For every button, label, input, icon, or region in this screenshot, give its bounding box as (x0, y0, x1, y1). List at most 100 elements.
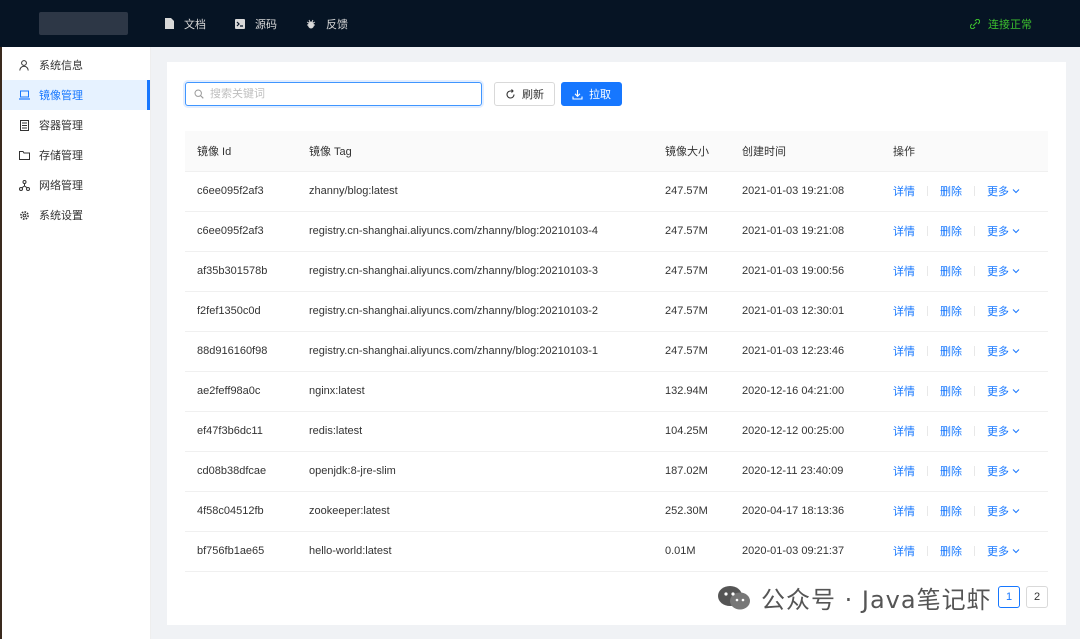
delete-link[interactable]: 删除 (940, 263, 962, 279)
more-dropdown[interactable]: 更多 (987, 303, 1020, 319)
image-tag: registry.cn-shanghai.aliyuncs.com/zhanny… (297, 291, 653, 332)
image-id: ef47f3b6dc11 (185, 411, 297, 452)
row-actions: 详情 删除 更多 (881, 331, 1048, 372)
detail-link[interactable]: 详情 (893, 303, 915, 319)
chevron-down-icon (1012, 468, 1020, 474)
nav-source[interactable]: 源码 (235, 16, 277, 32)
sidebar-item-containers[interactable]: 容器管理 (2, 110, 150, 140)
image-tag: registry.cn-shanghai.aliyuncs.com/zhanny… (297, 211, 653, 252)
image-id: cd08b38dfcae (185, 451, 297, 492)
more-dropdown[interactable]: 更多 (987, 223, 1020, 239)
detail-link[interactable]: 详情 (893, 543, 915, 559)
row-actions: 详情 删除 更多 (881, 251, 1048, 292)
table-row: c6ee095f2af3 registry.cn-shanghai.aliyunc… (185, 211, 1048, 252)
more-label: 更多 (987, 506, 1009, 518)
more-label: 更多 (987, 546, 1009, 558)
image-tag: registry.cn-shanghai.aliyuncs.com/zhanny… (297, 251, 653, 292)
more-dropdown[interactable]: 更多 (987, 263, 1020, 279)
refresh-icon (505, 88, 516, 100)
nav-feedback[interactable]: 反馈 (306, 16, 348, 32)
watermark-text: 公众号 · Java笔记虾 (761, 586, 992, 614)
sidebar-item-settings[interactable]: 系统设置 (2, 200, 150, 230)
more-dropdown[interactable]: 更多 (987, 183, 1020, 199)
refresh-label: 刷新 (522, 89, 544, 101)
detail-link[interactable]: 详情 (893, 463, 915, 479)
image-tag: redis:latest (297, 411, 653, 452)
more-dropdown[interactable]: 更多 (987, 463, 1020, 479)
table-row: f2fef1350c0d registry.cn-shanghai.aliyunc… (185, 291, 1048, 332)
image-tag: openjdk:8-jre-slim (297, 451, 653, 492)
detail-link[interactable]: 详情 (893, 183, 915, 199)
image-tag: registry.cn-shanghai.aliyuncs.com/zhanny… (297, 331, 653, 372)
delete-link[interactable]: 删除 (940, 423, 962, 439)
top-nav: 文档 源码 反馈 (164, 0, 377, 47)
column-header-created: 创建时间 (730, 131, 881, 172)
sidebar-item-images[interactable]: 镜像管理 (2, 80, 150, 110)
image-size: 252.30M (653, 491, 730, 532)
detail-link[interactable]: 详情 (893, 383, 915, 399)
image-created: 2020-12-11 23:40:09 (730, 451, 881, 492)
more-label: 更多 (987, 306, 1009, 318)
search-box[interactable] (185, 82, 482, 106)
delete-link[interactable]: 删除 (940, 303, 962, 319)
more-label: 更多 (987, 226, 1009, 238)
delete-link[interactable]: 删除 (940, 503, 962, 519)
divider (927, 386, 928, 396)
sidebar-item-system-info[interactable]: 系统信息 (2, 50, 150, 80)
sidebar-item-storage[interactable]: 存储管理 (2, 140, 150, 170)
link-icon (970, 18, 980, 29)
delete-link[interactable]: 删除 (940, 463, 962, 479)
table-row: ae2feff98a0c nginx:latest 132.94M 2020-12-1… (185, 371, 1048, 412)
table-row: c6ee095f2af3 zhanny/blog:latest 247.57M 202… (185, 171, 1048, 212)
chevron-down-icon (1012, 348, 1020, 354)
pagination: 1 2 (992, 586, 1048, 608)
page-2-button[interactable]: 2 (1026, 586, 1048, 608)
nav-docs[interactable]: 文档 (164, 16, 206, 32)
page-1-button[interactable]: 1 (998, 586, 1020, 608)
connection-status-text: 连接正常 (988, 18, 1032, 31)
detail-link[interactable]: 详情 (893, 263, 915, 279)
images-card: 刷新 拉取 镜像 Id 镜像 Tag 镜像大小 创建时间 操作 c6ee095f… (167, 62, 1066, 625)
delete-link[interactable]: 删除 (940, 343, 962, 359)
delete-link[interactable]: 删除 (940, 383, 962, 399)
image-tag: zhanny/blog:latest (297, 171, 653, 212)
divider (974, 306, 975, 316)
more-dropdown[interactable]: 更多 (987, 383, 1020, 399)
app-logo[interactable] (39, 12, 128, 35)
delete-link[interactable]: 删除 (940, 223, 962, 239)
image-created: 2021-01-03 19:00:56 (730, 251, 881, 292)
sidebar-item-label: 存储管理 (39, 150, 83, 162)
image-size: 104.25M (653, 411, 730, 452)
delete-link[interactable]: 删除 (940, 183, 962, 199)
column-header-size: 镜像大小 (653, 131, 730, 172)
more-label: 更多 (987, 186, 1009, 198)
table-row: bf756fb1ae65 hello-world:latest 0.01M 2020-… (185, 531, 1048, 572)
gear-icon (18, 209, 30, 221)
divider (974, 386, 975, 396)
image-created: 2020-12-16 04:21:00 (730, 371, 881, 412)
divider (974, 346, 975, 356)
more-dropdown[interactable]: 更多 (987, 343, 1020, 359)
row-actions: 详情 删除 更多 (881, 371, 1048, 412)
pull-button[interactable]: 拉取 (561, 82, 622, 106)
column-header-id: 镜像 Id (185, 131, 297, 172)
container-icon (18, 119, 30, 131)
detail-link[interactable]: 详情 (893, 223, 915, 239)
table-row: 88d916160f98 registry.cn-shanghai.aliyunc… (185, 331, 1048, 372)
image-tag: hello-world:latest (297, 531, 653, 572)
sidebar-item-network[interactable]: 网络管理 (2, 170, 150, 200)
more-dropdown[interactable]: 更多 (987, 543, 1020, 559)
row-actions: 详情 删除 更多 (881, 171, 1048, 212)
more-dropdown[interactable]: 更多 (987, 423, 1020, 439)
more-label: 更多 (987, 346, 1009, 358)
detail-link[interactable]: 详情 (893, 343, 915, 359)
image-size: 247.57M (653, 211, 730, 252)
delete-link[interactable]: 删除 (940, 543, 962, 559)
refresh-button[interactable]: 刷新 (494, 82, 555, 106)
more-dropdown[interactable]: 更多 (987, 503, 1020, 519)
search-input[interactable] (210, 88, 470, 100)
detail-link[interactable]: 详情 (893, 423, 915, 439)
detail-link[interactable]: 详情 (893, 503, 915, 519)
divider (927, 546, 928, 556)
table-row: cd08b38dfcae openjdk:8-jre-slim 187.02M 202… (185, 451, 1048, 492)
